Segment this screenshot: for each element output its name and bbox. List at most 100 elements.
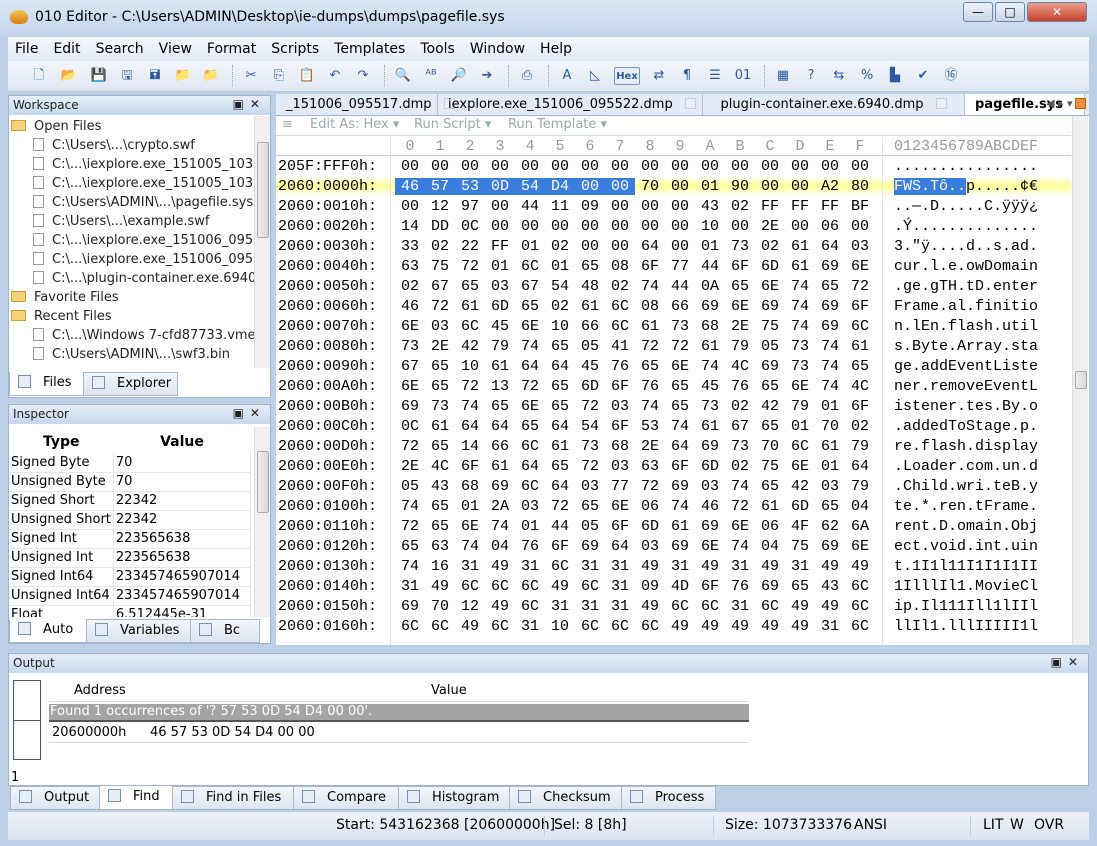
hex-byte[interactable]: 68 bbox=[695, 318, 725, 335]
hex-byte[interactable]: 61 bbox=[485, 458, 515, 475]
hex-byte[interactable]: 74 bbox=[665, 418, 695, 435]
ascii-text[interactable]: .Child.wri.teB.y bbox=[894, 478, 1038, 495]
open-file-icon[interactable]: 📂 bbox=[60, 67, 78, 85]
tab-scroll-icons[interactable]: ◀ ▸ ▾ bbox=[1046, 97, 1073, 110]
hex-byte[interactable]: 61 bbox=[635, 318, 665, 335]
pilcrow-icon[interactable]: ¶ bbox=[678, 67, 696, 85]
folder-icon[interactable]: 📁 bbox=[202, 67, 220, 85]
hex-byte[interactable]: 49 bbox=[845, 558, 875, 575]
hex-byte[interactable]: 65 bbox=[425, 438, 455, 455]
hex-byte[interactable]: 74 bbox=[695, 358, 725, 375]
hex-byte[interactable]: 65 bbox=[545, 378, 575, 395]
hex-byte[interactable]: 02 bbox=[545, 298, 575, 315]
convert-icon[interactable]: ⇆ bbox=[830, 67, 848, 85]
font-icon[interactable]: A bbox=[558, 67, 576, 85]
open-file-item[interactable]: C:\...\iexplore.exe_151005_103 bbox=[11, 157, 254, 176]
inspector-row[interactable]: Unsigned Short 22342 bbox=[9, 510, 251, 530]
menu-search[interactable]: Search bbox=[89, 41, 152, 57]
hex-byte[interactable]: FF bbox=[785, 198, 815, 215]
workspace-scrollbar[interactable] bbox=[254, 116, 270, 368]
hex-byte[interactable]: 00 bbox=[755, 158, 785, 175]
hex-byte[interactable]: 2E bbox=[755, 218, 785, 235]
highlight-icon[interactable]: ◺ bbox=[586, 67, 604, 85]
hex-row[interactable]: 2060:00D0h: 72 65 14 66 6C 61 73 68 2E 64 69 73 70 6C 6… bbox=[276, 436, 1071, 456]
hex-byte[interactable]: 65 bbox=[755, 378, 785, 395]
favorite-files-group[interactable]: Favorite Files bbox=[11, 290, 254, 309]
hex-byte[interactable]: 6E bbox=[725, 298, 755, 315]
ascii-text[interactable]: t.1I1l11I1I1I1II bbox=[894, 558, 1038, 575]
hex-byte[interactable]: 72 bbox=[845, 278, 875, 295]
hex-byte[interactable]: 08 bbox=[605, 258, 635, 275]
hex-byte[interactable]: 74 bbox=[815, 378, 845, 395]
hex-byte[interactable]: 65 bbox=[395, 538, 425, 555]
subtoolbar-run-template[interactable]: Run Template ▾ bbox=[508, 117, 607, 132]
hex-byte[interactable]: 72 bbox=[635, 338, 665, 355]
paste-icon[interactable]: 📋 bbox=[298, 67, 316, 85]
hex-row[interactable]: 2060:0090h: 67 65 10 61 64 64 45 76 65 6E 74 4C 69 73 7… bbox=[276, 356, 1071, 376]
hex-byte[interactable]: 4F bbox=[785, 518, 815, 535]
hex-byte[interactable]: 79 bbox=[725, 338, 755, 355]
hex-byte[interactable]: 45 bbox=[485, 318, 515, 335]
hex-row[interactable]: 2060:0140h: 31 49 6C 6C 6C 49 6C 31 09 4D 6F 76 69 65 4… bbox=[276, 576, 1071, 596]
hex-byte[interactable]: 67 bbox=[515, 278, 545, 295]
hex-byte[interactable]: 73 bbox=[395, 338, 425, 355]
hex-byte[interactable]: 6C bbox=[575, 578, 605, 595]
hex-byte[interactable]: 61 bbox=[665, 518, 695, 535]
menu-format[interactable]: Format bbox=[200, 41, 264, 57]
hex-byte[interactable]: 74 bbox=[635, 398, 665, 415]
hex-byte[interactable]: 65 bbox=[575, 498, 605, 515]
hex-byte[interactable]: 65 bbox=[485, 398, 515, 415]
hex-byte[interactable]: 73 bbox=[575, 438, 605, 455]
hex-byte[interactable]: 6E bbox=[755, 278, 785, 295]
hex-byte[interactable]: 05 bbox=[575, 518, 605, 535]
open-file-item[interactable]: C:\...\iexplore.exe_151006_095 bbox=[11, 252, 254, 271]
hex-byte[interactable]: FF bbox=[485, 238, 515, 255]
hex-byte[interactable]: 00 bbox=[455, 158, 485, 175]
hex-byte[interactable]: 02 bbox=[755, 238, 785, 255]
hex-byte[interactable]: 74 bbox=[815, 358, 845, 375]
hex-byte[interactable]: 31 bbox=[605, 598, 635, 615]
tab-find[interactable]: Find bbox=[99, 786, 173, 810]
inspector-scrollbar[interactable] bbox=[254, 427, 270, 617]
hex-byte[interactable]: 6E bbox=[515, 318, 545, 335]
hex-byte[interactable]: 69 bbox=[695, 438, 725, 455]
hex-byte[interactable]: 00 bbox=[395, 158, 425, 175]
hex-byte[interactable]: 0D bbox=[485, 178, 515, 195]
hex-byte[interactable]: 02 bbox=[545, 238, 575, 255]
hex-byte[interactable]: 70 bbox=[755, 438, 785, 455]
hex-byte[interactable]: 68 bbox=[605, 438, 635, 455]
hex-byte[interactable]: 79 bbox=[485, 338, 515, 355]
menu-tools[interactable]: Tools bbox=[413, 41, 463, 57]
hex-byte[interactable]: DD bbox=[425, 218, 455, 235]
hex-byte[interactable]: 69 bbox=[815, 298, 845, 315]
hex-byte[interactable]: 49 bbox=[425, 578, 455, 595]
ascii-text[interactable]: llIl1.lllIIIII1l bbox=[894, 618, 1038, 635]
redo-icon[interactable]: ↷ bbox=[354, 67, 372, 85]
hex-byte[interactable]: 00 bbox=[605, 198, 635, 215]
hex-byte[interactable]: A2 bbox=[815, 178, 845, 195]
hex-byte[interactable]: 06 bbox=[755, 518, 785, 535]
hex-byte[interactable]: 00 bbox=[485, 218, 515, 235]
save-as-icon[interactable]: 🖫 bbox=[118, 67, 136, 85]
hex-byte[interactable]: 6C bbox=[695, 598, 725, 615]
hex-byte[interactable]: 70 bbox=[815, 418, 845, 435]
tab-compare[interactable]: Compare bbox=[293, 786, 399, 810]
panel-float-close-icon[interactable]: ▣✕ bbox=[233, 406, 266, 420]
tab-files[interactable]: Files bbox=[9, 372, 84, 396]
save-icon[interactable]: 💾 bbox=[90, 67, 108, 85]
hex-byte[interactable]: 6E bbox=[845, 538, 875, 555]
hex-byte[interactable]: 49 bbox=[635, 558, 665, 575]
hex-byte[interactable]: 00 bbox=[665, 238, 695, 255]
hex-row[interactable]: 2060:00C0h: 0C 61 64 64 65 64 54 6F 53 74 61 67 65 01 7… bbox=[276, 416, 1071, 436]
ascii-text[interactable]: cur.l.e.owDomain bbox=[894, 258, 1038, 275]
hex-byte[interactable]: 74 bbox=[725, 538, 755, 555]
hex-byte[interactable]: 75 bbox=[785, 538, 815, 555]
hex-byte[interactable]: FF bbox=[815, 198, 845, 215]
hex-byte[interactable]: 01 bbox=[815, 458, 845, 475]
hex-byte[interactable]: 03 bbox=[575, 478, 605, 495]
hex-byte[interactable]: 64 bbox=[545, 358, 575, 375]
hex-byte[interactable]: 73 bbox=[425, 398, 455, 415]
hex-byte[interactable]: 00 bbox=[605, 178, 635, 195]
hex-byte[interactable]: 73 bbox=[695, 398, 725, 415]
hex-byte[interactable]: 44 bbox=[695, 258, 725, 275]
